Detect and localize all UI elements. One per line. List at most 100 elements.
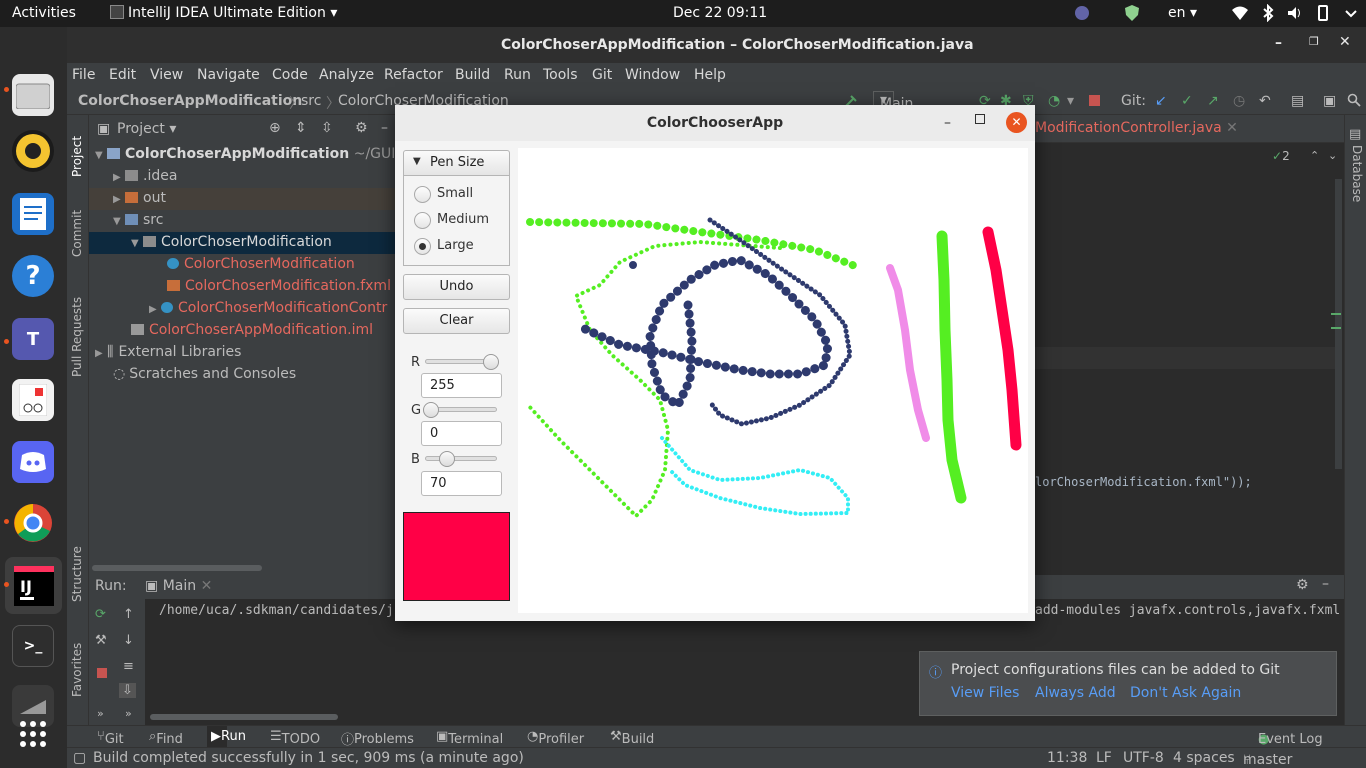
drawing-canvas[interactable] bbox=[518, 148, 1028, 613]
chevron-up-icon[interactable]: ⌃ bbox=[1310, 149, 1319, 162]
menu-analyze[interactable]: Analyze bbox=[319, 67, 374, 83]
shield-icon[interactable] bbox=[1123, 4, 1141, 22]
pen-large-label[interactable]: Large bbox=[437, 238, 474, 253]
menu-tools[interactable]: Tools bbox=[543, 67, 578, 83]
tree-item[interactable]: ▶ ColorChoserModificationContr bbox=[149, 300, 387, 316]
pen-medium-radio[interactable] bbox=[414, 212, 431, 229]
more-icon[interactable]: » bbox=[125, 707, 132, 720]
terminal-icon[interactable]: >_ bbox=[12, 625, 54, 667]
wifi-icon[interactable] bbox=[1231, 4, 1249, 22]
more-run-icon[interactable]: ▾ bbox=[1067, 93, 1074, 109]
indent-setting[interactable]: 4 spaces bbox=[1173, 750, 1235, 766]
maximize-icon[interactable] bbox=[975, 114, 985, 124]
stop-icon[interactable] bbox=[97, 668, 107, 678]
menu-code[interactable]: Code bbox=[272, 67, 308, 83]
intellij-dock-icon[interactable]: IJ bbox=[5, 557, 62, 614]
git-history-icon[interactable]: ◷ bbox=[1233, 93, 1245, 109]
menu-refactor[interactable]: Refactor bbox=[384, 67, 443, 83]
blue-slider-track[interactable] bbox=[425, 456, 497, 461]
up-arrow-icon[interactable]: ↑ bbox=[123, 607, 134, 622]
view-files-link[interactable]: View Files bbox=[951, 685, 1019, 701]
breadcrumb-project[interactable]: ColorChoserAppModification bbox=[78, 93, 302, 109]
tree-item[interactable]: ▼ ColorChoserModification bbox=[131, 234, 332, 250]
tool-profiler[interactable]: ◔ Profiler bbox=[527, 729, 584, 747]
tool-git[interactable]: ⑂ Git bbox=[97, 729, 124, 747]
menu-help[interactable]: Help bbox=[694, 67, 726, 83]
tree-item[interactable]: ▼ src bbox=[113, 212, 163, 228]
rerun-icon[interactable]: ⟳ bbox=[95, 607, 106, 622]
git-rollback-icon[interactable]: ↶ bbox=[1259, 93, 1271, 109]
rhythmbox-icon[interactable] bbox=[12, 130, 54, 172]
menu-navigate[interactable]: Navigate bbox=[197, 67, 260, 83]
teams-icon[interactable]: T bbox=[12, 318, 54, 360]
tool-find[interactable]: ⌕ Find bbox=[149, 729, 183, 747]
menu-build[interactable]: Build bbox=[455, 67, 490, 83]
menu-view[interactable]: View bbox=[150, 67, 183, 83]
inspection-widget[interactable]: ✓2 bbox=[1272, 149, 1290, 163]
green-slider-thumb[interactable] bbox=[423, 402, 439, 418]
database-tool-tab[interactable]: Database bbox=[1350, 145, 1364, 202]
collapse-all-icon[interactable]: ⇳ bbox=[321, 120, 333, 136]
favorites-tool-tab[interactable]: Favorites bbox=[70, 643, 84, 697]
line-separator[interactable]: LF bbox=[1096, 750, 1112, 766]
tree-item[interactable]: ColorChoserModification bbox=[167, 256, 355, 272]
tree-item[interactable]: ▶ out bbox=[113, 190, 166, 206]
bluetooth-icon[interactable] bbox=[1259, 3, 1277, 23]
pen-size-pane-header[interactable]: ▼ Pen Size bbox=[403, 150, 510, 176]
menu-git[interactable]: Git bbox=[592, 67, 612, 83]
battery-icon[interactable] bbox=[1314, 4, 1332, 22]
volume-icon[interactable] bbox=[1286, 4, 1304, 22]
activities-button[interactable]: Activities bbox=[12, 5, 76, 21]
code-editor[interactable]: ✓2 ⌃ ⌄ lorChoserModification.fxml")); bbox=[1035, 143, 1366, 575]
pen-small-label[interactable]: Small bbox=[437, 186, 473, 201]
gear-icon[interactable]: ⚙ bbox=[1296, 577, 1309, 593]
app-menu[interactable]: IntelliJ IDEA Ultimate Edition ▾ bbox=[110, 5, 337, 21]
close-icon[interactable]: ✕ bbox=[1339, 34, 1351, 50]
editor-scrollbar[interactable] bbox=[1335, 179, 1342, 469]
clock[interactable]: Dec 22 09:11 bbox=[673, 5, 767, 21]
layout-icon[interactable]: ▣ bbox=[1323, 93, 1336, 109]
project-view-selector[interactable]: Project ▾ bbox=[117, 121, 176, 137]
tree-item[interactable]: ◌ Scratches and Consoles bbox=[113, 366, 296, 382]
close-icon[interactable]: ✕ bbox=[1006, 112, 1027, 133]
red-value-field[interactable]: 255 bbox=[421, 373, 502, 398]
menu-run[interactable]: Run bbox=[504, 67, 531, 83]
git-commit-icon[interactable]: ✓ bbox=[1181, 93, 1193, 109]
tree-item[interactable]: ColorChoserAppModification.iml bbox=[131, 322, 373, 338]
writer-icon[interactable] bbox=[12, 193, 54, 235]
red-slider-thumb[interactable] bbox=[483, 354, 499, 370]
status-layout-icon[interactable]: ▢ bbox=[73, 750, 86, 766]
tree-item[interactable]: ▶ .idea bbox=[113, 168, 177, 184]
console-scrollbar[interactable] bbox=[150, 714, 338, 720]
blue-value-field[interactable]: 70 bbox=[421, 471, 502, 496]
tool-todo[interactable]: ☰ TODO bbox=[270, 729, 320, 747]
git-update-icon[interactable]: ↙ bbox=[1155, 93, 1167, 109]
horizontal-scrollbar[interactable] bbox=[92, 565, 262, 571]
teams-tray-icon[interactable] bbox=[1073, 4, 1091, 22]
help-icon[interactable]: ? bbox=[12, 255, 54, 297]
undo-button[interactable]: Undo bbox=[403, 274, 510, 300]
hide-icon[interactable]: – bbox=[1322, 576, 1329, 592]
close-tab-icon[interactable]: ✕ bbox=[201, 578, 213, 594]
status-message[interactable]: Build completed successfully in 1 sec, 9… bbox=[93, 750, 524, 766]
expand-all-icon[interactable]: ⇕ bbox=[295, 120, 307, 136]
caret-position[interactable]: 11:38 bbox=[1047, 750, 1087, 766]
files-icon[interactable] bbox=[12, 74, 54, 116]
commit-tool-tab[interactable]: Commit bbox=[70, 210, 84, 257]
tree-root[interactable]: ▼ ColorChoserAppModification ~/GUI P bbox=[95, 146, 408, 162]
maximize-icon[interactable]: ❐ bbox=[1309, 35, 1319, 48]
clear-button[interactable]: Clear bbox=[403, 308, 510, 334]
green-value-field[interactable]: 0 bbox=[421, 421, 502, 446]
scroll-to-end-icon[interactable]: ⇩ bbox=[119, 683, 136, 698]
soft-wrap-icon[interactable]: ≡ bbox=[123, 659, 134, 674]
pen-small-radio[interactable] bbox=[414, 186, 431, 203]
locate-icon[interactable]: ⊕ bbox=[269, 120, 281, 136]
minimize-icon[interactable]: – bbox=[944, 105, 951, 141]
structure-tool-tab[interactable]: Structure bbox=[70, 546, 84, 602]
document-viewer-icon[interactable] bbox=[12, 379, 54, 421]
always-add-link[interactable]: Always Add bbox=[1035, 685, 1116, 701]
tool-terminal[interactable]: ▣ Terminal bbox=[436, 729, 503, 747]
chrome-icon[interactable] bbox=[12, 502, 54, 544]
down-arrow-icon[interactable]: ↓ bbox=[123, 633, 134, 648]
tree-item[interactable]: ▶ ⫼ External Libraries bbox=[95, 344, 241, 360]
